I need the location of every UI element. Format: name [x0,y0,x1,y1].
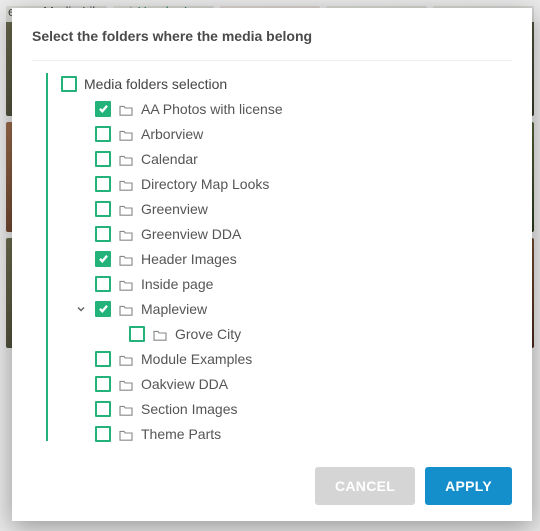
folder-label[interactable]: Greenview [141,201,208,217]
checkbox[interactable] [95,376,111,392]
checkbox[interactable] [95,251,111,267]
folder-icon [118,252,134,265]
folder-label[interactable]: Module Examples [141,351,252,367]
folder-tree: Media folders selection AA Photos with li… [32,60,512,453]
folder-icon [118,377,134,390]
checkbox[interactable] [129,326,145,342]
folder-icon [118,352,134,365]
folder-icon [118,202,134,215]
folder-label[interactable]: Arborview [141,126,203,142]
folder-label[interactable]: Greenview DDA [141,226,241,242]
folder-icon [118,177,134,190]
tree-root-label[interactable]: Media folders selection [84,76,227,92]
folder-select-modal: Select the folders where the media belon… [12,8,532,521]
checkbox[interactable] [95,151,111,167]
folder-icon [118,152,134,165]
folder-icon [118,102,134,115]
folder-icon [118,302,134,315]
folder-icon [118,402,134,415]
checkbox[interactable] [95,351,111,367]
folder-label[interactable]: Mapleview [141,301,207,317]
checkbox[interactable] [95,201,111,217]
folder-icon [118,227,134,240]
modal-title: Select the folders where the media belon… [32,28,512,44]
apply-button[interactable]: APPLY [425,467,512,505]
folder-label[interactable]: Oakview DDA [141,376,228,392]
folder-label[interactable]: Inside page [141,276,213,292]
checkbox[interactable] [95,426,111,442]
folder-label[interactable]: Calendar [141,151,198,167]
checkbox[interactable] [95,126,111,142]
checkbox[interactable] [61,76,77,92]
expander-icon[interactable] [74,302,88,316]
folder-label[interactable]: AA Photos with license [141,101,283,117]
checkbox[interactable] [95,226,111,242]
checkbox[interactable] [95,301,111,317]
folder-label[interactable]: Theme Parts [141,426,221,442]
modal-footer: CANCEL APPLY [32,453,512,505]
folder-label[interactable]: Header Images [141,251,237,267]
checkbox[interactable] [95,401,111,417]
checkbox[interactable] [95,101,111,117]
checkbox[interactable] [95,176,111,192]
folder-label[interactable]: Directory Map Looks [141,176,269,192]
cancel-button[interactable]: CANCEL [315,467,415,505]
folder-label[interactable]: Section Images [141,401,238,417]
folder-icon [118,127,134,140]
folder-icon [118,277,134,290]
folder-icon [152,327,168,340]
folder-label[interactable]: Grove City [175,326,241,342]
folder-icon [118,427,134,440]
checkbox[interactable] [95,276,111,292]
